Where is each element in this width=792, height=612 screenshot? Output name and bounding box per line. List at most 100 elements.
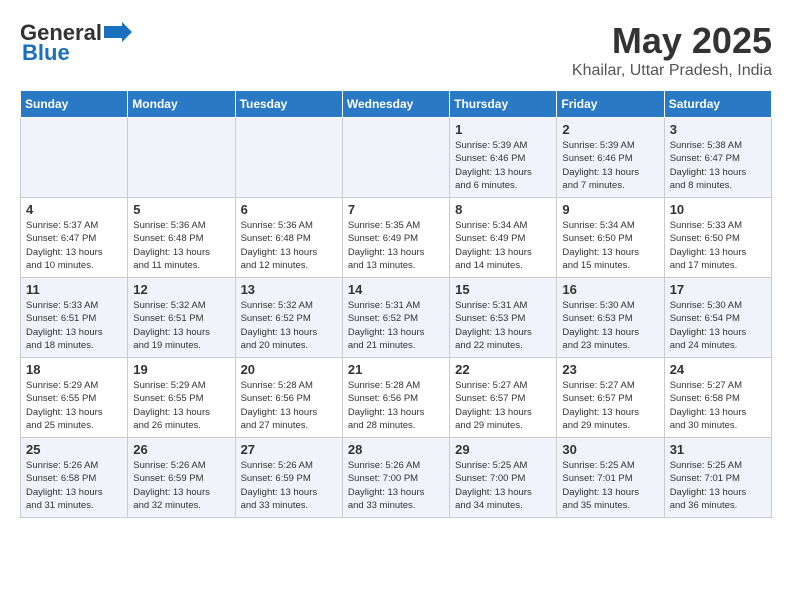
header-day: Sunday	[21, 91, 128, 118]
cell-details: Sunrise: 5:26 AM Sunset: 7:00 PM Dayligh…	[348, 459, 444, 512]
calendar-cell: 4Sunrise: 5:37 AM Sunset: 6:47 PM Daylig…	[21, 198, 128, 278]
header-day: Tuesday	[235, 91, 342, 118]
day-number: 20	[241, 362, 337, 377]
cell-details: Sunrise: 5:26 AM Sunset: 6:58 PM Dayligh…	[26, 459, 122, 512]
calendar-header: SundayMondayTuesdayWednesdayThursdayFrid…	[21, 91, 772, 118]
calendar-body: 1 Sunrise: 5:39 AM Sunset: 6:46 PM Daylig…	[21, 118, 772, 518]
cell-details: Sunrise: 5:31 AM Sunset: 6:52 PM Dayligh…	[348, 299, 444, 352]
cell-details: Sunrise: 5:34 AM Sunset: 6:49 PM Dayligh…	[455, 219, 551, 272]
day-number: 5	[133, 202, 229, 217]
day-number: 28	[348, 442, 444, 457]
day-number: 13	[241, 282, 337, 297]
logo-arrow-icon	[104, 22, 132, 42]
cell-details: Sunrise: 5:25 AM Sunset: 7:01 PM Dayligh…	[670, 459, 766, 512]
calendar-cell: 9 Sunrise: 5:34 AM Sunset: 6:50 PM Daylig…	[557, 198, 664, 278]
cell-details: Sunrise: 5:27 AM Sunset: 6:57 PM Dayligh…	[455, 379, 551, 432]
cell-details: Sunrise: 5:37 AM Sunset: 6:47 PM Dayligh…	[26, 219, 122, 272]
day-number: 2	[562, 122, 658, 137]
calendar-cell: 14 Sunrise: 5:31 AM Sunset: 6:52 PM Dayli…	[342, 278, 449, 358]
calendar-cell: 11 Sunrise: 5:33 AM Sunset: 6:51 PM Dayli…	[21, 278, 128, 358]
calendar-cell: 13 Sunrise: 5:32 AM Sunset: 6:52 PM Dayli…	[235, 278, 342, 358]
calendar-cell: 20 Sunrise: 5:28 AM Sunset: 6:56 PM Dayli…	[235, 358, 342, 438]
logo-blue: Blue	[22, 40, 70, 66]
calendar-cell: 25 Sunrise: 5:26 AM Sunset: 6:58 PM Dayli…	[21, 438, 128, 518]
calendar-cell: 5Sunrise: 5:36 AM Sunset: 6:48 PM Daylig…	[128, 198, 235, 278]
calendar-cell: 10 Sunrise: 5:33 AM Sunset: 6:50 PM Dayli…	[664, 198, 771, 278]
calendar-cell: 12Sunrise: 5:32 AM Sunset: 6:51 PM Dayli…	[128, 278, 235, 358]
cell-details: Sunrise: 5:39 AM Sunset: 6:46 PM Dayligh…	[562, 139, 658, 192]
calendar-cell: 6 Sunrise: 5:36 AM Sunset: 6:48 PM Daylig…	[235, 198, 342, 278]
day-number: 14	[348, 282, 444, 297]
calendar-cell: 24 Sunrise: 5:27 AM Sunset: 6:58 PM Dayli…	[664, 358, 771, 438]
day-number: 23	[562, 362, 658, 377]
header-day: Thursday	[450, 91, 557, 118]
title-section: May 2025 Khailar, Uttar Pradesh, India	[572, 20, 772, 80]
calendar-cell: 2 Sunrise: 5:39 AM Sunset: 6:46 PM Daylig…	[557, 118, 664, 198]
cell-details: Sunrise: 5:30 AM Sunset: 6:53 PM Dayligh…	[562, 299, 658, 352]
calendar-cell: 15Sunrise: 5:31 AM Sunset: 6:53 PM Dayli…	[450, 278, 557, 358]
cell-details: Sunrise: 5:29 AM Sunset: 6:55 PM Dayligh…	[133, 379, 229, 432]
calendar-row: 18 Sunrise: 5:29 AM Sunset: 6:55 PM Dayli…	[21, 358, 772, 438]
cell-details: Sunrise: 5:34 AM Sunset: 6:50 PM Dayligh…	[562, 219, 658, 272]
day-number: 10	[670, 202, 766, 217]
calendar-cell: 30Sunrise: 5:25 AM Sunset: 7:01 PM Dayli…	[557, 438, 664, 518]
calendar-cell	[128, 118, 235, 198]
calendar-cell	[342, 118, 449, 198]
header-day: Saturday	[664, 91, 771, 118]
cell-details: Sunrise: 5:25 AM Sunset: 7:01 PM Dayligh…	[562, 459, 658, 512]
calendar-cell: 19Sunrise: 5:29 AM Sunset: 6:55 PM Dayli…	[128, 358, 235, 438]
cell-details: Sunrise: 5:29 AM Sunset: 6:55 PM Dayligh…	[26, 379, 122, 432]
calendar-cell: 27Sunrise: 5:26 AM Sunset: 6:59 PM Dayli…	[235, 438, 342, 518]
day-number: 21	[348, 362, 444, 377]
day-number: 16	[562, 282, 658, 297]
day-number: 24	[670, 362, 766, 377]
cell-details: Sunrise: 5:33 AM Sunset: 6:51 PM Dayligh…	[26, 299, 122, 352]
cell-details: Sunrise: 5:27 AM Sunset: 6:57 PM Dayligh…	[562, 379, 658, 432]
calendar-cell	[235, 118, 342, 198]
day-number: 7	[348, 202, 444, 217]
calendar-row: 25 Sunrise: 5:26 AM Sunset: 6:58 PM Dayli…	[21, 438, 772, 518]
calendar-cell	[21, 118, 128, 198]
calendar-row: 11 Sunrise: 5:33 AM Sunset: 6:51 PM Dayli…	[21, 278, 772, 358]
day-number: 18	[26, 362, 122, 377]
cell-details: Sunrise: 5:31 AM Sunset: 6:53 PM Dayligh…	[455, 299, 551, 352]
day-number: 17	[670, 282, 766, 297]
day-number: 1	[455, 122, 551, 137]
cell-details: Sunrise: 5:39 AM Sunset: 6:46 PM Dayligh…	[455, 139, 551, 192]
day-number: 8	[455, 202, 551, 217]
cell-details: Sunrise: 5:33 AM Sunset: 6:50 PM Dayligh…	[670, 219, 766, 272]
calendar-cell: 29Sunrise: 5:25 AM Sunset: 7:00 PM Dayli…	[450, 438, 557, 518]
calendar-cell: 17 Sunrise: 5:30 AM Sunset: 6:54 PM Dayli…	[664, 278, 771, 358]
cell-details: Sunrise: 5:28 AM Sunset: 6:56 PM Dayligh…	[241, 379, 337, 432]
day-number: 29	[455, 442, 551, 457]
page-header: General Blue May 2025 Khailar, Uttar Pra…	[20, 20, 772, 80]
cell-details: Sunrise: 5:26 AM Sunset: 6:59 PM Dayligh…	[133, 459, 229, 512]
cell-details: Sunrise: 5:38 AM Sunset: 6:47 PM Dayligh…	[670, 139, 766, 192]
cell-details: Sunrise: 5:36 AM Sunset: 6:48 PM Dayligh…	[241, 219, 337, 272]
calendar-cell: 16 Sunrise: 5:30 AM Sunset: 6:53 PM Dayli…	[557, 278, 664, 358]
calendar-cell: 7 Sunrise: 5:35 AM Sunset: 6:49 PM Daylig…	[342, 198, 449, 278]
day-number: 9	[562, 202, 658, 217]
header-row: SundayMondayTuesdayWednesdayThursdayFrid…	[21, 91, 772, 118]
page-subtitle: Khailar, Uttar Pradesh, India	[572, 62, 772, 80]
header-day: Wednesday	[342, 91, 449, 118]
day-number: 25	[26, 442, 122, 457]
cell-details: Sunrise: 5:26 AM Sunset: 6:59 PM Dayligh…	[241, 459, 337, 512]
calendar-table: SundayMondayTuesdayWednesdayThursdayFrid…	[20, 90, 772, 518]
day-number: 6	[241, 202, 337, 217]
logo: General Blue	[20, 20, 132, 66]
cell-details: Sunrise: 5:35 AM Sunset: 6:49 PM Dayligh…	[348, 219, 444, 272]
day-number: 11	[26, 282, 122, 297]
cell-details: Sunrise: 5:30 AM Sunset: 6:54 PM Dayligh…	[670, 299, 766, 352]
calendar-cell: 1 Sunrise: 5:39 AM Sunset: 6:46 PM Daylig…	[450, 118, 557, 198]
day-number: 31	[670, 442, 766, 457]
calendar-cell: 31 Sunrise: 5:25 AM Sunset: 7:01 PM Dayli…	[664, 438, 771, 518]
calendar-cell: 3Sunrise: 5:38 AM Sunset: 6:47 PM Daylig…	[664, 118, 771, 198]
cell-details: Sunrise: 5:32 AM Sunset: 6:52 PM Dayligh…	[241, 299, 337, 352]
cell-details: Sunrise: 5:27 AM Sunset: 6:58 PM Dayligh…	[670, 379, 766, 432]
cell-details: Sunrise: 5:28 AM Sunset: 6:56 PM Dayligh…	[348, 379, 444, 432]
header-day: Friday	[557, 91, 664, 118]
calendar-cell: 23 Sunrise: 5:27 AM Sunset: 6:57 PM Dayli…	[557, 358, 664, 438]
calendar-cell: 22 Sunrise: 5:27 AM Sunset: 6:57 PM Dayli…	[450, 358, 557, 438]
day-number: 22	[455, 362, 551, 377]
